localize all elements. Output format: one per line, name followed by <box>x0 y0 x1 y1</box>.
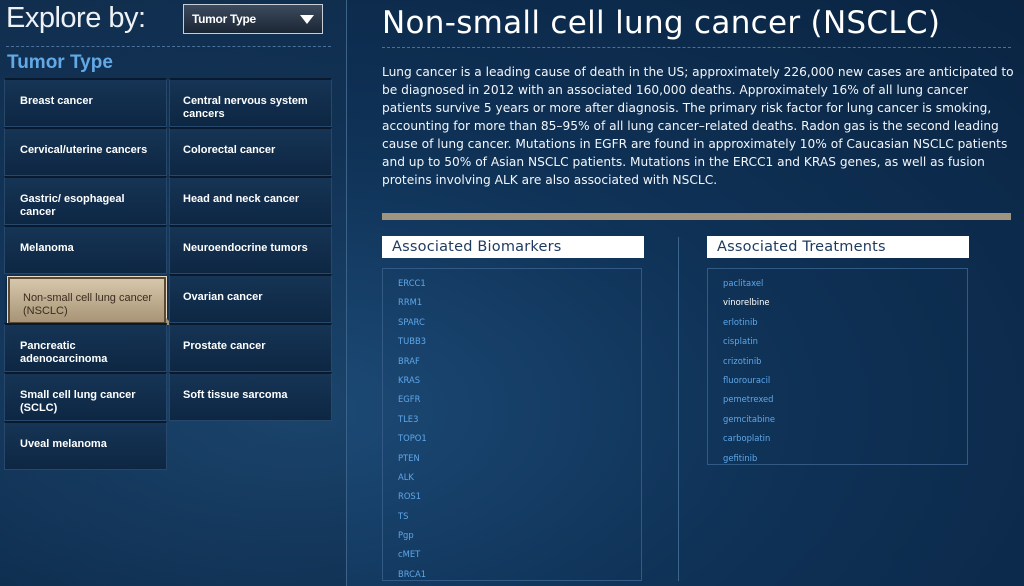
tumor-item-label: Uveal melanoma <box>20 438 107 450</box>
explore-by-dropdown[interactable]: Tumor Type <box>183 4 323 34</box>
section-title: Tumor Type <box>7 52 113 73</box>
title-divider <box>382 47 1011 48</box>
tumor-item-label: Ovarian cancer <box>183 291 263 303</box>
biomarker-link[interactable]: RRM1 <box>398 293 641 312</box>
biomarkers-list: ERCC1 RRM1 SPARC TUBB3 BRAF KRAS EGFR TL… <box>383 269 641 584</box>
biomarker-link[interactable]: TS <box>398 507 641 526</box>
tumor-item-label: Soft tissue sarcoma <box>183 389 288 401</box>
treatment-link-hovered[interactable]: vinorelbine <box>723 293 967 312</box>
treatment-link[interactable]: erlotinib <box>723 313 967 332</box>
biomarker-link[interactable]: ROS1 <box>398 487 641 506</box>
tumor-item-label: Pancreatic adenocarcinoma <box>20 340 108 365</box>
dropdown-selected-value: Tumor Type <box>192 12 256 26</box>
explore-by-label: Explore by: <box>6 2 146 34</box>
treatment-link[interactable]: pemetrexed <box>723 390 967 409</box>
tumor-item-soft-tissue[interactable]: Soft tissue sarcoma <box>169 372 332 421</box>
treatment-link[interactable]: fluorouracil <box>723 371 967 390</box>
biomarker-link[interactable]: BRCA1 <box>398 565 641 584</box>
tumor-item-label: Prostate cancer <box>183 340 266 352</box>
biomarker-link[interactable]: BRAF <box>398 352 641 371</box>
tumor-item-neuroendocrine[interactable]: Neuroendocrine tumors <box>169 225 332 274</box>
cancer-description: Lung cancer is a leading cause of death … <box>382 65 1014 187</box>
biomarkers-header: Associated Biomarkers <box>382 236 644 258</box>
tumor-item-label: Colorectal cancer <box>183 144 276 156</box>
tumor-item-label: Non-small cell lung cancer (NSCLC) <box>23 292 152 317</box>
biomarker-link[interactable]: cMET <box>398 545 641 564</box>
tumor-item-breast[interactable]: Breast cancer <box>4 78 167 127</box>
tumor-item-label: Cervical/uterine cancers <box>20 144 148 156</box>
biomarker-link[interactable]: ALK <box>398 468 641 487</box>
treatments-panel: paclitaxel vinorelbine erlotinib cisplat… <box>707 268 968 465</box>
tumor-item-melanoma[interactable]: Melanoma <box>4 225 167 274</box>
biomarker-link[interactable]: PTEN <box>398 449 641 468</box>
treatments-list: paclitaxel vinorelbine erlotinib cisplat… <box>708 269 967 468</box>
biomarker-link[interactable]: ERCC1 <box>398 274 641 293</box>
tumor-item-cervical[interactable]: Cervical/uterine cancers <box>4 127 167 176</box>
column-divider <box>678 237 679 581</box>
tumor-item-label: Neuroendocrine tumors <box>183 242 308 254</box>
biomarker-link[interactable]: EGFR <box>398 390 641 409</box>
biomarkers-panel: ERCC1 RRM1 SPARC TUBB3 BRAF KRAS EGFR TL… <box>382 268 642 581</box>
left-panel: Explore by: Tumor Type Tumor Type Breast… <box>0 0 347 586</box>
biomarker-link[interactable]: TUBB3 <box>398 332 641 351</box>
tumor-item-label: Melanoma <box>20 242 74 254</box>
treatment-link[interactable]: cisplatin <box>723 332 967 351</box>
treatment-link[interactable]: crizotinib <box>723 352 967 371</box>
tumor-item-nsclc[interactable]: Non-small cell lung cancer (NSCLC) <box>7 276 173 325</box>
treatment-link[interactable]: gefitinib <box>723 449 967 468</box>
tumor-item-pancreatic[interactable]: Pancreatic adenocarcinoma <box>4 323 167 372</box>
treatment-link[interactable]: gemcitabine <box>723 410 967 429</box>
tumor-item-ovarian[interactable]: Ovarian cancer <box>169 274 332 323</box>
sidebar-divider <box>6 46 331 47</box>
biomarker-link[interactable]: SPARC <box>398 313 641 332</box>
tumor-item-label: Small cell lung cancer (SCLC) <box>20 389 136 414</box>
tumor-item-label: Breast cancer <box>20 95 93 107</box>
tumor-item-label: Gastric/ esophageal cancer <box>20 193 125 218</box>
tumor-item-head-neck[interactable]: Head and neck cancer <box>169 176 332 225</box>
biomarker-link[interactable]: Pgp <box>398 526 641 545</box>
biomarker-link[interactable]: KRAS <box>398 371 641 390</box>
tumor-item-colorectal[interactable]: Colorectal cancer <box>169 127 332 176</box>
caret-down-icon <box>300 15 314 24</box>
page-title: Non-small cell lung cancer (NSCLC) <box>382 5 941 41</box>
treatment-link[interactable]: carboplatin <box>723 429 967 448</box>
tumor-item-sclc[interactable]: Small cell lung cancer (SCLC) <box>4 372 167 421</box>
tumor-item-gastric[interactable]: Gastric/ esophageal cancer <box>4 176 167 225</box>
treatment-link[interactable]: paclitaxel <box>723 274 967 293</box>
biomarker-link[interactable]: TOPO1 <box>398 429 641 448</box>
tumor-type-grid: Breast cancer Central nervous system can… <box>4 78 332 470</box>
biomarker-link[interactable]: TLE3 <box>398 410 641 429</box>
tumor-item-label: Central nervous system cancers <box>183 95 308 120</box>
tumor-item-uveal-melanoma[interactable]: Uveal melanoma <box>4 421 167 470</box>
treatments-header: Associated Treatments <box>707 236 969 258</box>
tumor-item-prostate[interactable]: Prostate cancer <box>169 323 332 372</box>
section-divider-bar <box>382 213 1011 220</box>
tumor-item-label: Head and neck cancer <box>183 193 300 205</box>
tumor-item-cns[interactable]: Central nervous system cancers <box>169 78 332 127</box>
